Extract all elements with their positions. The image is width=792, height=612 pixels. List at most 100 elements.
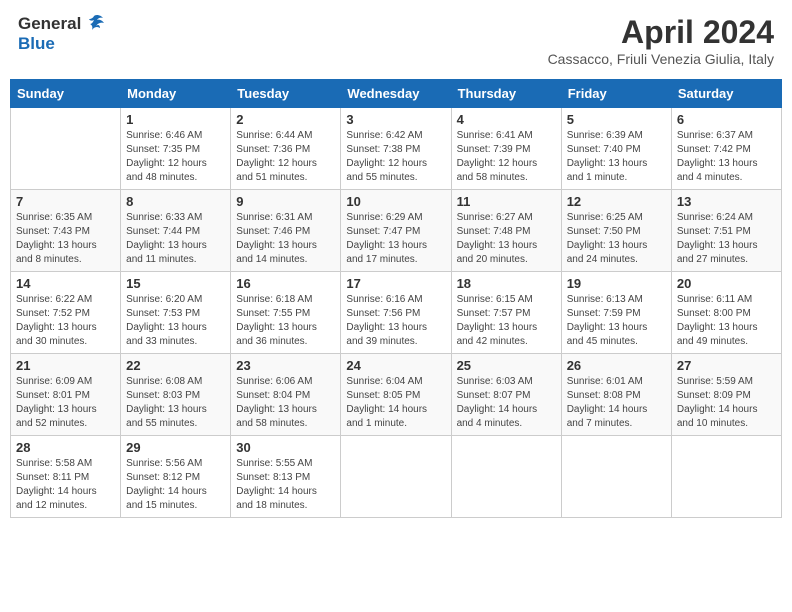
day-number: 29 [126, 440, 225, 455]
day-info: Sunrise: 6:22 AM Sunset: 7:52 PM Dayligh… [16, 293, 115, 349]
day-info: Sunrise: 6:35 AM Sunset: 7:43 PM Dayligh… [16, 211, 115, 267]
calendar-header-row: SundayMondayTuesdayWednesdayThursdayFrid… [11, 80, 782, 108]
calendar-cell: 7 Sunrise: 6:35 AM Sunset: 7:43 PM Daylig… [11, 190, 121, 272]
calendar-cell: 20Sunrise: 6:11 AM Sunset: 8:00 PM Dayli… [671, 272, 781, 354]
calendar-cell: 27 Sunrise: 5:59 AM Sunset: 8:09 PM Dayli… [671, 354, 781, 436]
day-number: 4 [457, 112, 556, 127]
day-of-week-header: Saturday [671, 80, 781, 108]
calendar-cell: 19Sunrise: 6:13 AM Sunset: 7:59 PM Dayli… [561, 272, 671, 354]
calendar-cell: 17 Sunrise: 6:16 AM Sunset: 7:56 PM Dayli… [341, 272, 451, 354]
day-number: 9 [236, 194, 335, 209]
day-info: Sunrise: 6:18 AM Sunset: 7:55 PM Dayligh… [236, 293, 335, 349]
calendar-cell: 21 Sunrise: 6:09 AM Sunset: 8:01 PM Dayli… [11, 354, 121, 436]
day-info: Sunrise: 5:56 AM Sunset: 8:12 PM Dayligh… [126, 457, 225, 513]
day-number: 16 [236, 276, 335, 291]
calendar-subtitle: Cassacco, Friuli Venezia Giulia, Italy [548, 51, 774, 67]
week-row: 14 Sunrise: 6:22 AM Sunset: 7:52 PM Dayli… [11, 272, 782, 354]
day-number: 21 [16, 358, 115, 373]
day-number: 7 [16, 194, 115, 209]
day-number: 12 [567, 194, 666, 209]
title-section: April 2024 Cassacco, Friuli Venezia Giul… [548, 14, 774, 67]
day-info: Sunrise: 6:08 AM Sunset: 8:03 PM Dayligh… [126, 375, 225, 431]
logo-bird-icon [83, 14, 105, 34]
day-number: 26 [567, 358, 666, 373]
calendar-cell: 5 Sunrise: 6:39 AM Sunset: 7:40 PM Daylig… [561, 108, 671, 190]
day-number: 3 [346, 112, 445, 127]
logo-general: General [18, 14, 81, 34]
calendar-cell: 15Sunrise: 6:20 AM Sunset: 7:53 PM Dayli… [121, 272, 231, 354]
day-info: Sunrise: 6:31 AM Sunset: 7:46 PM Dayligh… [236, 211, 335, 267]
day-info: Sunrise: 6:15 AM Sunset: 7:57 PM Dayligh… [457, 293, 556, 349]
calendar-cell: 25Sunrise: 6:03 AM Sunset: 8:07 PM Dayli… [451, 354, 561, 436]
calendar-cell [561, 436, 671, 518]
calendar-cell [11, 108, 121, 190]
calendar-cell: 10Sunrise: 6:29 AM Sunset: 7:47 PM Dayli… [341, 190, 451, 272]
day-info: Sunrise: 6:03 AM Sunset: 8:07 PM Dayligh… [457, 375, 556, 431]
calendar-cell: 16 Sunrise: 6:18 AM Sunset: 7:55 PM Dayli… [231, 272, 341, 354]
calendar-table: SundayMondayTuesdayWednesdayThursdayFrid… [10, 79, 782, 518]
week-row: 1Sunrise: 6:46 AM Sunset: 7:35 PM Daylig… [11, 108, 782, 190]
calendar-cell: 23 Sunrise: 6:06 AM Sunset: 8:04 PM Dayli… [231, 354, 341, 436]
day-info: Sunrise: 6:04 AM Sunset: 8:05 PM Dayligh… [346, 375, 445, 431]
day-number: 17 [346, 276, 445, 291]
calendar-cell: 30Sunrise: 5:55 AM Sunset: 8:13 PM Dayli… [231, 436, 341, 518]
calendar-cell: 12 Sunrise: 6:25 AM Sunset: 7:50 PM Dayli… [561, 190, 671, 272]
calendar-title: April 2024 [548, 14, 774, 51]
day-number: 15 [126, 276, 225, 291]
calendar-cell: 3 Sunrise: 6:42 AM Sunset: 7:38 PM Daylig… [341, 108, 451, 190]
day-of-week-header: Friday [561, 80, 671, 108]
day-info: Sunrise: 6:29 AM Sunset: 7:47 PM Dayligh… [346, 211, 445, 267]
day-number: 5 [567, 112, 666, 127]
calendar-cell: 9 Sunrise: 6:31 AM Sunset: 7:46 PM Daylig… [231, 190, 341, 272]
day-number: 20 [677, 276, 776, 291]
calendar-cell: 29 Sunrise: 5:56 AM Sunset: 8:12 PM Dayli… [121, 436, 231, 518]
day-number: 18 [457, 276, 556, 291]
day-number: 14 [16, 276, 115, 291]
calendar-cell [451, 436, 561, 518]
logo: General Blue [18, 14, 105, 54]
day-info: Sunrise: 5:59 AM Sunset: 8:09 PM Dayligh… [677, 375, 776, 431]
day-info: Sunrise: 6:46 AM Sunset: 7:35 PM Dayligh… [126, 129, 225, 185]
day-of-week-header: Sunday [11, 80, 121, 108]
week-row: 28Sunrise: 5:58 AM Sunset: 8:11 PM Dayli… [11, 436, 782, 518]
calendar-cell: 18 Sunrise: 6:15 AM Sunset: 7:57 PM Dayli… [451, 272, 561, 354]
day-number: 27 [677, 358, 776, 373]
calendar-cell: 13Sunrise: 6:24 AM Sunset: 7:51 PM Dayli… [671, 190, 781, 272]
day-info: Sunrise: 6:37 AM Sunset: 7:42 PM Dayligh… [677, 129, 776, 185]
calendar-cell: 1Sunrise: 6:46 AM Sunset: 7:35 PM Daylig… [121, 108, 231, 190]
calendar-cell: 22 Sunrise: 6:08 AM Sunset: 8:03 PM Dayli… [121, 354, 231, 436]
day-number: 22 [126, 358, 225, 373]
day-info: Sunrise: 6:06 AM Sunset: 8:04 PM Dayligh… [236, 375, 335, 431]
calendar-cell [341, 436, 451, 518]
day-number: 23 [236, 358, 335, 373]
calendar-cell: 4Sunrise: 6:41 AM Sunset: 7:39 PM Daylig… [451, 108, 561, 190]
day-info: Sunrise: 6:42 AM Sunset: 7:38 PM Dayligh… [346, 129, 445, 185]
day-of-week-header: Monday [121, 80, 231, 108]
day-number: 24 [346, 358, 445, 373]
page-header: General Blue April 2024 Cassacco, Friuli… [10, 10, 782, 71]
day-info: Sunrise: 6:16 AM Sunset: 7:56 PM Dayligh… [346, 293, 445, 349]
week-row: 7 Sunrise: 6:35 AM Sunset: 7:43 PM Daylig… [11, 190, 782, 272]
day-number: 30 [236, 440, 335, 455]
calendar-cell: 24 Sunrise: 6:04 AM Sunset: 8:05 PM Dayli… [341, 354, 451, 436]
calendar-cell: 14 Sunrise: 6:22 AM Sunset: 7:52 PM Dayli… [11, 272, 121, 354]
calendar-cell: 8Sunrise: 6:33 AM Sunset: 7:44 PM Daylig… [121, 190, 231, 272]
day-of-week-header: Wednesday [341, 80, 451, 108]
day-number: 11 [457, 194, 556, 209]
week-row: 21 Sunrise: 6:09 AM Sunset: 8:01 PM Dayli… [11, 354, 782, 436]
day-number: 6 [677, 112, 776, 127]
day-info: Sunrise: 6:01 AM Sunset: 8:08 PM Dayligh… [567, 375, 666, 431]
day-number: 2 [236, 112, 335, 127]
day-number: 13 [677, 194, 776, 209]
logo-blue: Blue [18, 34, 55, 54]
calendar-cell: 11Sunrise: 6:27 AM Sunset: 7:48 PM Dayli… [451, 190, 561, 272]
day-info: Sunrise: 6:39 AM Sunset: 7:40 PM Dayligh… [567, 129, 666, 185]
day-of-week-header: Tuesday [231, 80, 341, 108]
calendar-cell: 26 Sunrise: 6:01 AM Sunset: 8:08 PM Dayli… [561, 354, 671, 436]
day-info: Sunrise: 6:25 AM Sunset: 7:50 PM Dayligh… [567, 211, 666, 267]
day-info: Sunrise: 6:13 AM Sunset: 7:59 PM Dayligh… [567, 293, 666, 349]
day-of-week-header: Thursday [451, 80, 561, 108]
day-info: Sunrise: 6:33 AM Sunset: 7:44 PM Dayligh… [126, 211, 225, 267]
calendar-cell: 28Sunrise: 5:58 AM Sunset: 8:11 PM Dayli… [11, 436, 121, 518]
day-info: Sunrise: 6:09 AM Sunset: 8:01 PM Dayligh… [16, 375, 115, 431]
